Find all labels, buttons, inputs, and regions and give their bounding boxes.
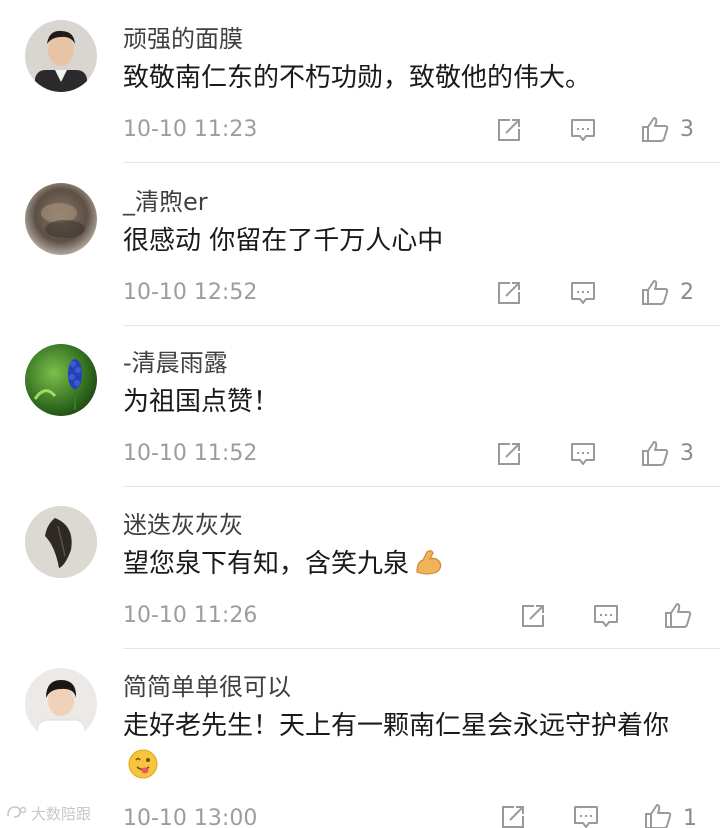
like-count: 3 bbox=[680, 441, 694, 466]
like-count: 2 bbox=[680, 280, 694, 305]
timestamp: 10-10 12:52 bbox=[123, 280, 258, 305]
flexed-biceps-emoji bbox=[413, 546, 445, 590]
timestamp: 10-10 11:52 bbox=[123, 441, 258, 466]
username[interactable]: 迷迭灰灰灰 bbox=[123, 510, 243, 540]
watermark-logo-icon bbox=[6, 804, 28, 825]
comment-text-body: 走好老先生！天上有一颗南仁星会永远守护着你 bbox=[123, 711, 670, 741]
share-icon[interactable] bbox=[494, 439, 524, 469]
comment-icon[interactable] bbox=[571, 802, 601, 828]
watermark-text: 大数陪跟 bbox=[31, 805, 92, 823]
comment-text: 致敬南仁东的不朽功勋，致敬他的伟大。 bbox=[123, 63, 592, 93]
divider bbox=[123, 162, 720, 163]
avatar[interactable] bbox=[25, 183, 97, 255]
username[interactable]: -清晨雨露 bbox=[123, 348, 228, 378]
timestamp: 10-10 13:00 bbox=[123, 806, 258, 828]
comment-text: 望您泉下有知，含笑九泉 bbox=[123, 544, 703, 590]
avatar[interactable] bbox=[25, 20, 97, 92]
username[interactable]: 顽强的面膜 bbox=[123, 24, 243, 54]
share-icon[interactable] bbox=[494, 278, 524, 308]
comment-text-body: 望您泉下有知，含笑九泉 bbox=[123, 549, 410, 579]
watermark: 大数陪跟 bbox=[6, 804, 91, 825]
tongue-out-emoji bbox=[127, 748, 159, 792]
like-count: 3 bbox=[680, 117, 694, 142]
comment-icon[interactable] bbox=[568, 115, 598, 145]
divider bbox=[123, 325, 720, 326]
thumbs-up-icon[interactable] bbox=[643, 801, 673, 828]
share-icon[interactable] bbox=[498, 802, 528, 828]
thumbs-up-icon[interactable] bbox=[640, 114, 670, 144]
timestamp: 10-10 11:26 bbox=[123, 603, 258, 628]
comment-icon[interactable] bbox=[568, 439, 598, 469]
comment-text: 很感动 你留在了千万人心中 bbox=[123, 226, 444, 256]
username[interactable]: 简简单单很可以 bbox=[123, 672, 291, 702]
share-icon[interactable] bbox=[494, 115, 524, 145]
like-count: 1 bbox=[683, 806, 697, 828]
timestamp: 10-10 11:23 bbox=[123, 117, 258, 142]
divider bbox=[123, 648, 720, 649]
thumbs-up-icon[interactable] bbox=[640, 438, 670, 468]
avatar[interactable] bbox=[25, 344, 97, 416]
share-icon[interactable] bbox=[518, 601, 548, 631]
avatar[interactable] bbox=[25, 668, 97, 740]
comment-text: 走好老先生！天上有一颗南仁星会永远守护着你 bbox=[123, 706, 698, 792]
avatar[interactable] bbox=[25, 506, 97, 578]
comment-text: 为祖国点赞！ bbox=[123, 387, 280, 417]
comment-icon[interactable] bbox=[591, 601, 621, 631]
thumbs-up-icon[interactable] bbox=[640, 277, 670, 307]
divider bbox=[123, 486, 720, 487]
username[interactable]: _清煦er bbox=[123, 187, 208, 217]
comment-icon[interactable] bbox=[568, 278, 598, 308]
thumbs-up-icon[interactable] bbox=[663, 600, 693, 630]
